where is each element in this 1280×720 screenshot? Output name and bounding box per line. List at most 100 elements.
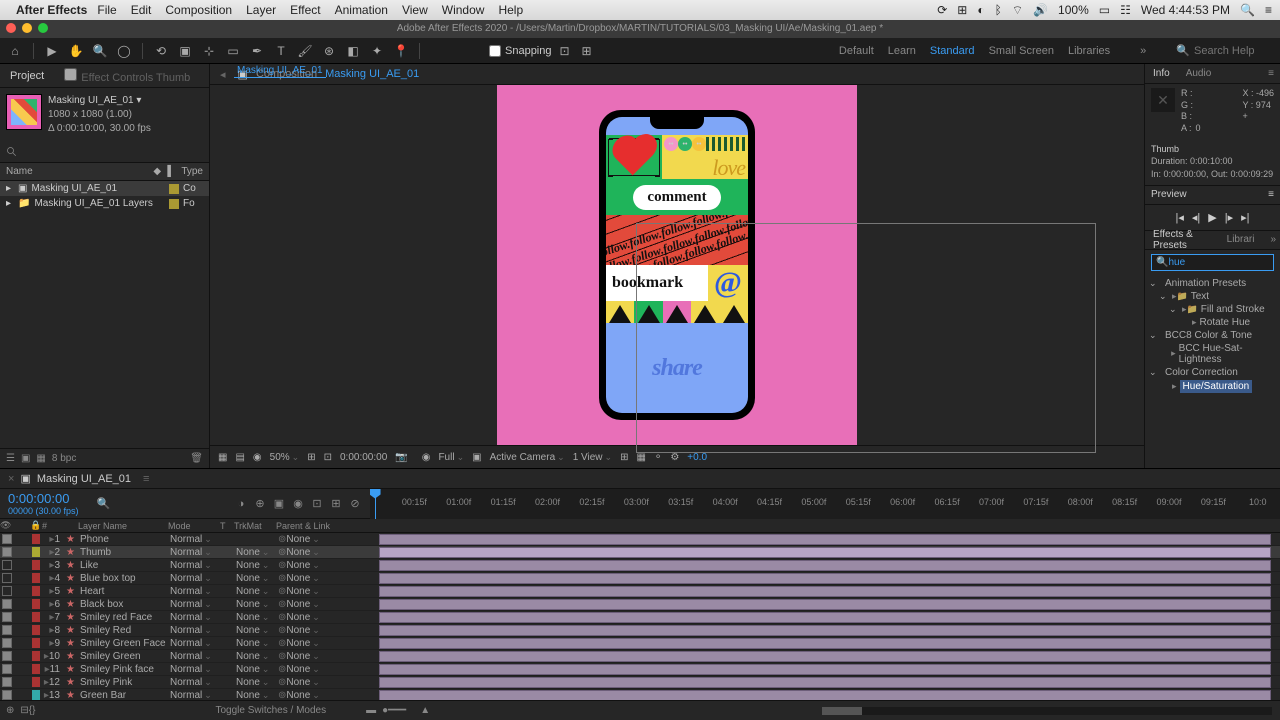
- effects-tree-node[interactable]: ▸ Rotate Hue: [1149, 316, 1276, 329]
- menubar-item[interactable]: Effect: [290, 3, 320, 17]
- menubar-item[interactable]: Layer: [246, 3, 276, 17]
- col-visibility-icon[interactable]: 👁: [0, 519, 30, 532]
- project-thumbnail[interactable]: [6, 94, 42, 130]
- clone-tool-icon[interactable]: ⊛: [320, 42, 338, 60]
- effects-tree-node[interactable]: ⌄▸📁 Fill and Stroke: [1149, 303, 1276, 316]
- hand-tool-icon[interactable]: ✋: [67, 42, 85, 60]
- tl-tool-icon[interactable]: ⊡: [310, 497, 324, 511]
- layer-bar[interactable]: [379, 573, 1271, 584]
- puppet-tool-icon[interactable]: 📍: [392, 42, 410, 60]
- shape-tool-icon[interactable]: ▭: [224, 42, 242, 60]
- layer-bar[interactable]: [379, 651, 1271, 662]
- zoom-out-icon[interactable]: ▬: [366, 705, 376, 716]
- close-window[interactable]: [6, 23, 16, 33]
- new-folder-icon[interactable]: ▣: [21, 453, 30, 464]
- exposure-value[interactable]: +0.0: [687, 452, 707, 463]
- home-icon[interactable]: ⌂: [6, 42, 24, 60]
- pan-behind-tool-icon[interactable]: ⊹: [200, 42, 218, 60]
- viewer-area[interactable]: •• •• •• love comment follow.follow.foll…: [210, 85, 1144, 445]
- effects-tree-node[interactable]: ⌄ BCC8 Color & Tone: [1149, 329, 1276, 342]
- panel-menu-icon[interactable]: ≡: [1260, 65, 1280, 82]
- tab-libraries[interactable]: Librari: [1219, 231, 1263, 248]
- timeline-tab[interactable]: Masking UI_AE_01: [37, 473, 131, 485]
- zoom-dropdown[interactable]: 50%: [270, 452, 300, 463]
- menubar-item[interactable]: Animation: [335, 3, 388, 17]
- timecode[interactable]: 0:00:00:00: [340, 452, 387, 463]
- menubar-item[interactable]: Composition: [165, 3, 232, 17]
- close-tab-icon[interactable]: ×: [8, 473, 14, 485]
- rotate-tool-icon[interactable]: ⟲: [152, 42, 170, 60]
- effects-tree-node[interactable]: ⌄▸📁 Text: [1149, 290, 1276, 303]
- prev-frame-icon[interactable]: ◂|: [1192, 211, 1200, 224]
- roi-icon[interactable]: ▣: [472, 452, 481, 463]
- zoom-tool-icon[interactable]: 🔍: [91, 42, 109, 60]
- resolution-dropdown[interactable]: Full: [438, 452, 464, 463]
- views-dropdown[interactable]: 1 View: [573, 452, 612, 463]
- vf-icon[interactable]: ▦: [636, 452, 645, 463]
- timeline-scrollbar[interactable]: [822, 707, 1272, 715]
- layer-bar[interactable]: [379, 612, 1271, 623]
- effects-search-input[interactable]: [1168, 257, 1280, 268]
- time-ruler[interactable]: 00:15f01:00f01:15f02:00f02:15f03:00f03:1…: [370, 489, 1280, 519]
- col-lock-icon[interactable]: 🔒: [30, 519, 42, 532]
- composition-canvas[interactable]: •• •• •• love comment follow.follow.foll…: [497, 85, 857, 445]
- tl-foot-icon[interactable]: ⊕: [0, 705, 20, 716]
- layer-bar[interactable]: [379, 664, 1271, 675]
- timeline-tab-menu-icon[interactable]: ≡: [143, 473, 149, 485]
- interpret-footage-icon[interactable]: ☰: [6, 453, 15, 464]
- zoom-slider[interactable]: ●━━━: [382, 705, 406, 716]
- tab-project[interactable]: Project: [0, 66, 54, 86]
- tl-tool-icon[interactable]: ▣: [272, 497, 286, 511]
- next-frame-icon[interactable]: |▸: [1225, 211, 1233, 224]
- tl-tool-icon[interactable]: ⊞: [329, 497, 343, 511]
- type-tool-icon[interactable]: T: [272, 42, 290, 60]
- bpc-button[interactable]: 8 bpc: [52, 453, 76, 464]
- menubar-item[interactable]: Window: [442, 3, 485, 17]
- menubar-icon[interactable]: ⊞: [957, 3, 967, 17]
- layer-bar[interactable]: [379, 625, 1271, 636]
- tab-info[interactable]: Info: [1145, 65, 1178, 82]
- zoom-window[interactable]: [38, 23, 48, 33]
- search-help-input[interactable]: [1194, 45, 1274, 57]
- tl-foot-icon[interactable]: ⊟: [20, 705, 28, 716]
- vf-icon[interactable]: ⚙: [670, 452, 679, 463]
- pen-tool-icon[interactable]: ✒: [248, 42, 266, 60]
- comp-tab[interactable]: Masking UI_AE_01: [234, 64, 326, 78]
- snapshot-icon[interactable]: 📷: [395, 452, 407, 463]
- tl-tool-icon[interactable]: ◑: [234, 497, 248, 511]
- panel-overflow-icon[interactable]: »: [1262, 231, 1280, 248]
- orbit-tool-icon[interactable]: ◯: [115, 42, 133, 60]
- playhead[interactable]: [375, 489, 376, 519]
- show-channel-icon[interactable]: ◉: [422, 452, 431, 463]
- battery-percent[interactable]: 100%: [1058, 3, 1089, 17]
- project-item[interactable]: ▸📁Masking UI_AE_01 LayersFo: [0, 196, 209, 211]
- col-type[interactable]: Type: [181, 166, 203, 177]
- vf-icon[interactable]: ⚬: [654, 452, 662, 463]
- effects-tree-node[interactable]: ▸ BCC Hue-Sat-Lightness: [1149, 342, 1276, 366]
- layer-bar[interactable]: [379, 690, 1271, 700]
- effects-tree-node[interactable]: ⌄ Animation Presets: [1149, 277, 1276, 290]
- tl-tool-icon[interactable]: ◉: [291, 497, 305, 511]
- menubar-icon[interactable]: ⟳: [937, 3, 947, 17]
- timeline-search-icon[interactable]: 🔍: [97, 497, 111, 510]
- trash-icon[interactable]: 🗑: [190, 453, 203, 464]
- tab-audio[interactable]: Audio: [1178, 65, 1220, 82]
- grid-icon[interactable]: ▦: [218, 452, 227, 463]
- eraser-tool-icon[interactable]: ◧: [344, 42, 362, 60]
- clock[interactable]: Wed 4:44:53 PM: [1141, 3, 1230, 17]
- workspace-item[interactable]: Default: [839, 45, 874, 57]
- res-icon[interactable]: ⊞: [307, 452, 315, 463]
- workspace-overflow-icon[interactable]: »: [1140, 45, 1146, 57]
- tl-foot-icon[interactable]: {}: [29, 705, 36, 716]
- col-name[interactable]: Name: [6, 166, 153, 177]
- zoom-in-icon[interactable]: ▲: [420, 705, 430, 716]
- mask-icon[interactable]: ◉: [253, 452, 262, 463]
- app-name[interactable]: After Effects: [16, 3, 87, 17]
- search-help[interactable]: 🔍: [1176, 44, 1274, 57]
- workspace-item[interactable]: Libraries: [1068, 45, 1110, 57]
- current-time[interactable]: 0:00:00:00: [8, 491, 79, 506]
- layer-bar[interactable]: [379, 534, 1271, 545]
- snapping-checkbox[interactable]: [489, 45, 501, 57]
- effects-tree-node[interactable]: ⌄ Color Correction: [1149, 366, 1276, 379]
- menubar-item[interactable]: Edit: [131, 3, 152, 17]
